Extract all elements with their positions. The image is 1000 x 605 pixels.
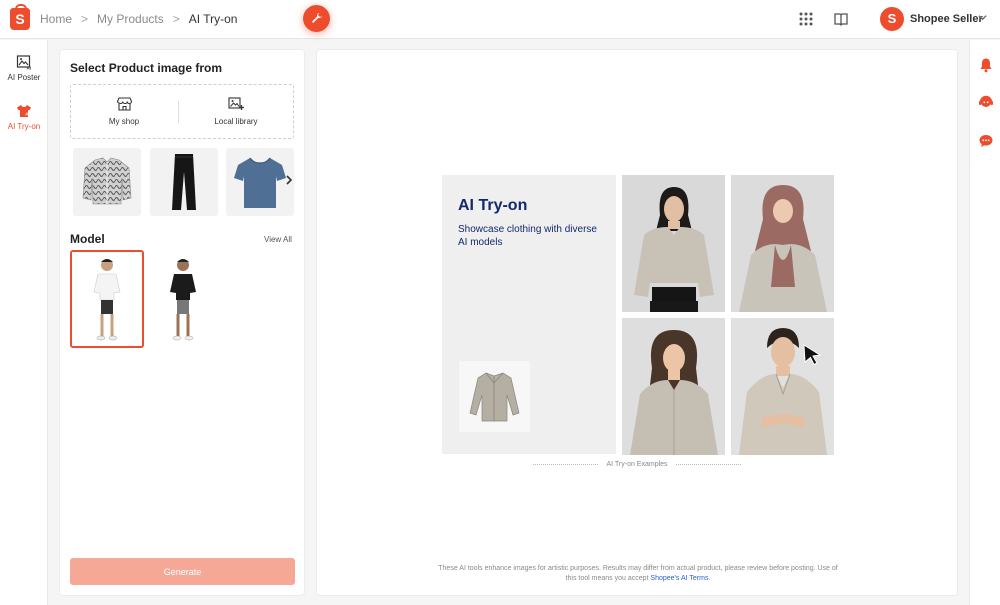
model-card[interactable] bbox=[146, 250, 220, 348]
shirt-ai-icon: AI bbox=[17, 105, 31, 117]
top-bar: S Home > My Products > AI Try-on S Shope… bbox=[0, 0, 1000, 39]
ai-disclaimer: These AI tools enhance images for artist… bbox=[437, 564, 839, 584]
avatar[interactable]: S bbox=[880, 7, 904, 31]
disclaimer-end: . bbox=[708, 575, 711, 582]
apps-grid-icon[interactable] bbox=[798, 11, 814, 27]
svg-text:AI: AI bbox=[25, 112, 30, 117]
breadcrumb-my-products[interactable]: My Products bbox=[97, 12, 164, 26]
source-label: Local library bbox=[214, 117, 258, 126]
avatar-letter: S bbox=[887, 11, 897, 26]
model-white-tshirt-image bbox=[72, 252, 142, 346]
breadcrumb-current: AI Try-on bbox=[188, 12, 238, 26]
source-label: My shop bbox=[108, 117, 140, 126]
image-ai-icon: AI bbox=[16, 55, 32, 71]
product-thumb-tshirt[interactable] bbox=[226, 148, 294, 216]
sidebar-item-ai-try-on[interactable]: AI AI Try-on bbox=[0, 103, 48, 131]
product-selection-panel: Select Product image from My shop Local … bbox=[59, 49, 305, 596]
example-tile-3 bbox=[622, 318, 725, 455]
svg-text:AI: AI bbox=[27, 66, 32, 71]
chevron-right-icon[interactable] bbox=[285, 175, 293, 185]
source-my-shop-button[interactable]: My shop bbox=[74, 97, 174, 126]
example-model-silk-blouse-image bbox=[622, 175, 725, 312]
example-model-man-image bbox=[731, 318, 834, 455]
image-add-icon bbox=[228, 97, 244, 110]
jacket-image bbox=[82, 157, 132, 205]
promo-shirt-thumb bbox=[459, 361, 530, 432]
wrench-icon bbox=[311, 13, 322, 23]
right-rail bbox=[969, 40, 1000, 605]
model-section-title: Model bbox=[70, 232, 105, 246]
support-agent-icon[interactable] bbox=[978, 94, 994, 110]
sidebar-item-label: AI Try-on bbox=[7, 122, 41, 131]
book-icon[interactable] bbox=[833, 11, 849, 27]
divider bbox=[178, 101, 179, 123]
promo-card: AI Try-on Showcase clothing with diverse… bbox=[442, 175, 616, 454]
shop-icon bbox=[116, 97, 132, 111]
examples-caption-text: AI Try-on Examples bbox=[606, 461, 668, 468]
sidebar-item-label: AI Poster bbox=[7, 73, 41, 82]
shopee-logo[interactable]: S bbox=[10, 4, 30, 30]
example-model-long-hair-image bbox=[622, 318, 725, 455]
example-tile-2 bbox=[731, 175, 834, 312]
chevron-right-icon: > bbox=[172, 12, 180, 26]
trousers-image bbox=[172, 154, 196, 210]
model-black-tshirt-image bbox=[146, 250, 220, 348]
promo-subtitle: Showcase clothing with diverse AI models bbox=[458, 224, 597, 248]
breadcrumb-home[interactable]: Home bbox=[40, 12, 72, 26]
caret-down-icon[interactable] bbox=[978, 13, 987, 22]
logo-letter: S bbox=[15, 11, 25, 27]
chat-icon[interactable] bbox=[978, 133, 994, 149]
bell-icon[interactable] bbox=[978, 57, 994, 73]
ai-terms-link[interactable]: Shopee's AI Terms bbox=[650, 575, 708, 582]
view-all-link[interactable]: View All bbox=[264, 235, 292, 244]
product-thumb-trousers[interactable] bbox=[150, 148, 218, 216]
example-tile-4 bbox=[731, 318, 834, 455]
breadcrumb: Home > My Products > AI Try-on bbox=[40, 12, 237, 26]
tshirt-image bbox=[234, 157, 286, 208]
example-model-hijab-image bbox=[731, 175, 834, 312]
main-preview-area: AI Try-on Showcase clothing with diverse… bbox=[316, 49, 958, 596]
model-card-selected[interactable] bbox=[70, 250, 144, 348]
generate-button[interactable]: Generate bbox=[70, 558, 295, 585]
seller-name[interactable]: Shopee Seller bbox=[910, 13, 983, 25]
image-source-box: My shop Local library bbox=[70, 84, 294, 139]
source-local-library-button[interactable]: Local library bbox=[186, 97, 286, 126]
chevron-right-icon: > bbox=[81, 12, 89, 26]
example-tile-1 bbox=[622, 175, 725, 312]
sidebar-item-ai-poster[interactable]: AI AI Poster bbox=[0, 54, 48, 82]
examples-caption: AI Try-on Examples bbox=[507, 461, 767, 468]
product-thumb-jacket[interactable] bbox=[73, 148, 141, 216]
blouse-image bbox=[469, 372, 520, 422]
disclaimer-text: These AI tools enhance images for artist… bbox=[438, 565, 838, 582]
arrow-cursor-icon bbox=[803, 344, 822, 365]
tools-fab-button[interactable] bbox=[303, 5, 330, 32]
promo-title: AI Try-on bbox=[458, 197, 528, 214]
left-nav: AI AI Poster AI AI Try-on bbox=[0, 40, 48, 605]
panel-title: Select Product image from bbox=[70, 61, 223, 75]
